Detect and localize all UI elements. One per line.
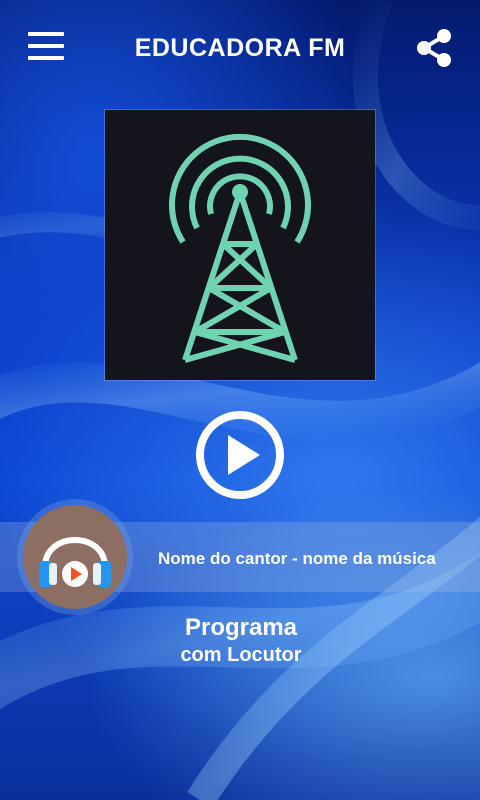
app-header: EDUCADORA FM bbox=[0, 0, 480, 100]
play-button[interactable] bbox=[195, 410, 285, 500]
headphones-play-icon bbox=[39, 537, 111, 587]
share-icon[interactable] bbox=[414, 28, 454, 68]
radio-tower-icon bbox=[169, 134, 311, 363]
play-icon bbox=[196, 411, 284, 499]
avatar bbox=[17, 499, 133, 615]
program-host: com Locutor bbox=[180, 644, 302, 666]
app-title: EDUCADORA FM bbox=[134, 34, 346, 62]
program-info: Programa com Locutor bbox=[0, 614, 480, 667]
now-playing-track: Nome do cantor - nome da música bbox=[158, 549, 436, 568]
program-name: Programa bbox=[184, 614, 298, 641]
station-logo bbox=[105, 110, 375, 380]
